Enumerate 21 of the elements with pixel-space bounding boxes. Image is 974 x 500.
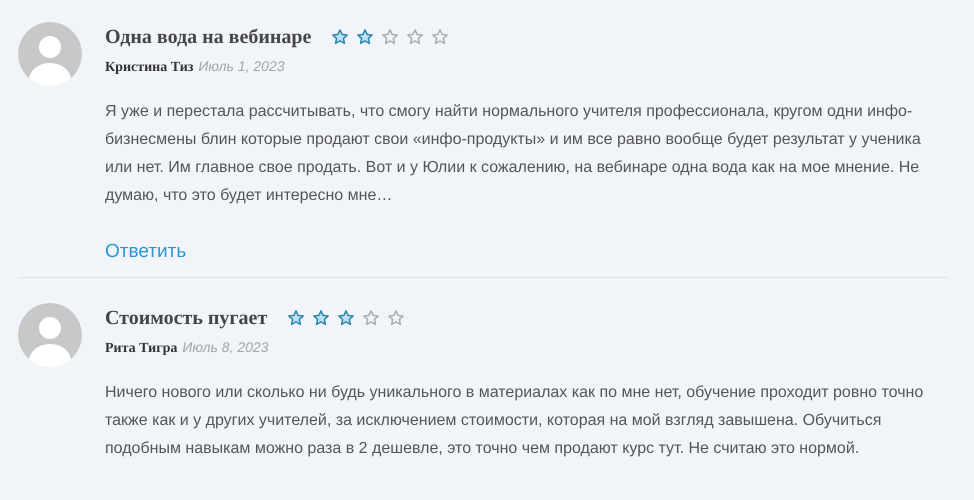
star-icon — [356, 28, 374, 46]
star-icon — [362, 308, 380, 326]
star-icon — [337, 308, 356, 326]
review-text: Я уже и перестала рассчитывать, что смогу найти нормального учителя профессионала, кругом одни инфо-бизнесмены блин которые продают свои «инфо-продукты» и им все равно вообще будет результат у ученика или нет. Им главное свое продать. Вот и у Юлии к сожалению, на вебинаре одна вода как на мое мнение. Не думаю, что это будет интересно мне… — [105, 102, 922, 206]
author-name: Кристина Тиз — [105, 59, 194, 77]
review-title: Стоимость пугает — [105, 306, 268, 330]
star-icon — [312, 308, 330, 326]
avatar-icon — [18, 22, 82, 86]
review-date: Июль 8, 2023 — [182, 338, 268, 356]
star-icon — [331, 28, 350, 46]
review-title: Одна вода на вебинаре — [105, 25, 312, 50]
star-icon — [287, 308, 306, 326]
avatar-icon — [18, 302, 82, 366]
star-icon — [431, 28, 450, 46]
review-date: Июль 1, 2023 — [198, 57, 285, 76]
author-name: Рита Тигра — [105, 340, 178, 358]
star-icon — [381, 28, 400, 46]
review-text: Ничего нового или сколько ни будь уникального в материалах как по мне нет, обучение проходит ровно точно также как и у других учителей, за исключением стоимости, которая на мой взгляд завышена. Обучиться подобным навыкам можно раза в 2 дешевле, это точно чем продают курс тут. Не считаю это нормой. — [105, 382, 924, 458]
star-icon — [406, 28, 424, 46]
reply-link[interactable]: Ответить — [105, 238, 186, 266]
star-icon — [387, 308, 406, 326]
